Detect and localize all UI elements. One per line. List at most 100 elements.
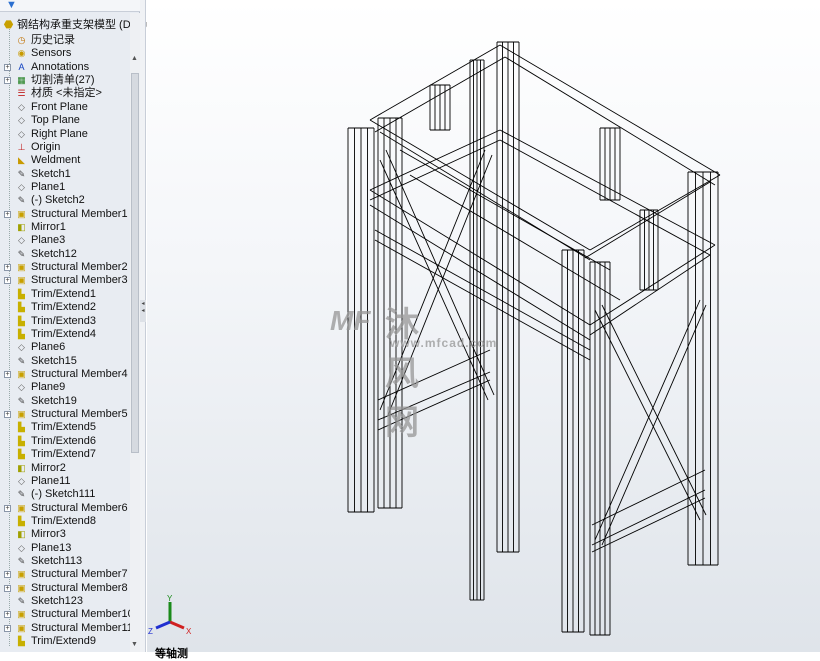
tree-item-label: Structural Member2 — [31, 261, 128, 274]
graphics-viewport[interactable] — [147, 0, 820, 652]
tree-item[interactable]: ▙ Trim/Extend1 — [0, 288, 130, 301]
tree-item[interactable]: ◇ Right Plane — [0, 128, 130, 141]
tree-item[interactable]: ✎ (-) Sketch111 — [0, 488, 130, 501]
scrollbar-thumb[interactable] — [131, 73, 139, 453]
tree-item[interactable]: + ▣ Structural Member5 — [0, 408, 130, 421]
tree-item[interactable]: + ▣ Structural Member4 — [0, 368, 130, 381]
tree-item[interactable]: + ▣ Structural Member1 — [0, 208, 130, 221]
expand-toggle[interactable]: + — [4, 571, 11, 579]
tree-item-label: Trim/Extend9 — [31, 635, 97, 648]
tree-item[interactable]: + ▦ 切割清单(27) — [0, 74, 130, 87]
tree-item[interactable]: ✎ Sketch15 — [0, 355, 130, 368]
tree-item-label: Sketch15 — [31, 354, 77, 367]
expand-toggle[interactable]: + — [4, 624, 11, 632]
tree-item[interactable]: ✎ Sketch123 — [0, 595, 130, 608]
tree-item-label: Sketch12 — [31, 247, 77, 260]
expand-toggle[interactable]: + — [4, 504, 11, 512]
trim-extend-icon: ▙ — [18, 288, 25, 299]
expand-toggle[interactable]: + — [4, 77, 11, 85]
scroll-down-arrow[interactable]: ▼ — [131, 641, 138, 648]
plane-icon: ◇ — [18, 475, 25, 486]
tree-scrollbar[interactable]: ▲ ▼ — [130, 13, 140, 652]
sensors-icon: ◉ — [17, 48, 26, 59]
tree-item[interactable]: ☰ 材质 <未指定> — [0, 87, 130, 100]
origin-icon: ⊥ — [17, 141, 26, 152]
tree-item[interactable]: + ▣ Structural Member8 — [0, 582, 130, 595]
tree-item[interactable]: ▙ Trim/Extend8 — [0, 515, 130, 528]
tree-item[interactable]: ◧ Mirror1 — [0, 221, 130, 234]
tree-item[interactable]: ▙ Trim/Extend3 — [0, 315, 130, 328]
tree-item[interactable]: ◇ Plane13 — [0, 542, 130, 555]
tree-item[interactable]: ◇ Top Plane — [0, 114, 130, 127]
tree-item[interactable]: ✎ Sketch1 — [0, 168, 130, 181]
model-edge — [589, 244, 716, 326]
tree-item-label: Structural Member6 — [31, 501, 128, 514]
expand-toggle[interactable]: + — [4, 371, 11, 378]
tree-item[interactable]: ◷ 历史记录 — [0, 34, 130, 47]
tree-item[interactable]: ▙ Trim/Extend6 — [0, 435, 130, 448]
tree-item[interactable]: ✎ Sketch12 — [0, 248, 130, 261]
panel-splitter[interactable]: ◂ ◂ — [140, 0, 146, 652]
tree-item[interactable]: ◇ Front Plane — [0, 101, 130, 114]
tree-item-label: Plane13 — [31, 541, 72, 554]
trim-extend-icon: ▙ — [18, 515, 25, 526]
tree-item[interactable]: + ▣ Structural Member6 — [0, 502, 130, 515]
trim-extend-icon: ▙ — [18, 328, 25, 339]
tree-item-label: Structural Member11 — [31, 621, 133, 634]
tree-item[interactable]: + ▣ Structural Member10 — [0, 608, 134, 621]
tree-item-label: Trim/Extend1 — [31, 287, 97, 300]
tree-item[interactable]: ◧ Mirror2 — [0, 462, 130, 475]
tree-item[interactable]: ◇ Plane3 — [0, 234, 130, 247]
tree-item[interactable]: ▙ Trim/Extend2 — [0, 301, 130, 314]
history-icon: ◷ — [17, 35, 26, 45]
tree-item[interactable]: ▙ Trim/Extend9 — [0, 635, 130, 648]
expand-toggle[interactable]: + — [4, 584, 11, 592]
x-axis-arrow — [169, 620, 185, 630]
tree-item[interactable]: + A Annotations — [0, 61, 130, 74]
tree-item-label: Right Plane — [31, 127, 88, 140]
tree-item-label: Plane1 — [31, 180, 66, 193]
tree-item[interactable]: ▙ Trim/Extend5 — [0, 421, 130, 434]
tree-item[interactable]: ◉ Sensors — [0, 47, 130, 60]
tree-item[interactable]: + ▣ Structural Member11 — [0, 621, 133, 635]
tree-item-label: Sketch123 — [31, 595, 83, 608]
tree-item[interactable]: ◇ Plane6 — [0, 341, 130, 354]
trim-extend-icon: ▙ — [18, 636, 25, 647]
tree-item[interactable]: + ▣ Structural Member3 — [0, 274, 130, 287]
scroll-up-arrow[interactable]: ▲ — [131, 55, 138, 62]
tree-item-label: Origin — [31, 140, 61, 153]
tree-item[interactable]: ◣ Weldment — [0, 154, 130, 167]
structural-member-icon: ▣ — [17, 208, 26, 219]
expand-toggle[interactable]: + — [4, 611, 11, 619]
tree-item-label: 材质 <未指定> — [31, 87, 102, 100]
expand-toggle[interactable]: + — [4, 264, 11, 272]
tree-item[interactable]: + ▣ Structural Member7 — [0, 568, 130, 581]
expand-toggle[interactable]: + — [4, 63, 11, 71]
collapse-handle[interactable]: ◂ ◂ — [140, 300, 146, 322]
sketch-icon: ✎ — [17, 395, 26, 406]
tree-item[interactable]: ◇ Plane9 — [0, 381, 130, 394]
weldment-icon: ◣ — [18, 155, 25, 166]
expand-toggle[interactable]: + — [4, 210, 11, 218]
filter-icon[interactable]: ▼ — [6, 0, 17, 11]
tree-item-label: Mirror3 — [31, 528, 66, 541]
tree-item-label: Sketch1 — [31, 167, 71, 180]
tree-item[interactable]: + ▣ Structural Member2 — [0, 261, 130, 274]
expand-toggle[interactable]: + — [4, 411, 11, 419]
tree-item[interactable]: ▙ Trim/Extend4 — [0, 328, 130, 341]
tree-item[interactable]: ▙ Trim/Extend7 — [0, 448, 130, 461]
sketch-icon: ✎ — [17, 168, 26, 179]
tree-item[interactable]: ✎ Sketch19 — [0, 395, 130, 408]
tree-item[interactable]: ◇ Plane1 — [0, 181, 130, 194]
tree-item-label: Structural Member5 — [31, 408, 128, 421]
tree-item[interactable]: ✎ Sketch113 — [0, 555, 130, 568]
expand-toggle[interactable]: + — [4, 277, 11, 285]
plane-icon: ◇ — [18, 542, 25, 553]
tree-item[interactable]: ◇ Plane11 — [0, 475, 130, 488]
mirror-icon: ◧ — [17, 529, 26, 540]
tree-item[interactable]: ✎ (-) Sketch2 — [0, 194, 130, 207]
tree-item[interactable]: ◧ Mirror3 — [0, 528, 130, 541]
tree-item[interactable]: ⊥ Origin — [0, 141, 130, 154]
tree-item-label: Trim/Extend5 — [31, 421, 97, 434]
tree-root-part[interactable]: ⬣ 钢结构承重支架模型 (Defau — [0, 19, 152, 32]
